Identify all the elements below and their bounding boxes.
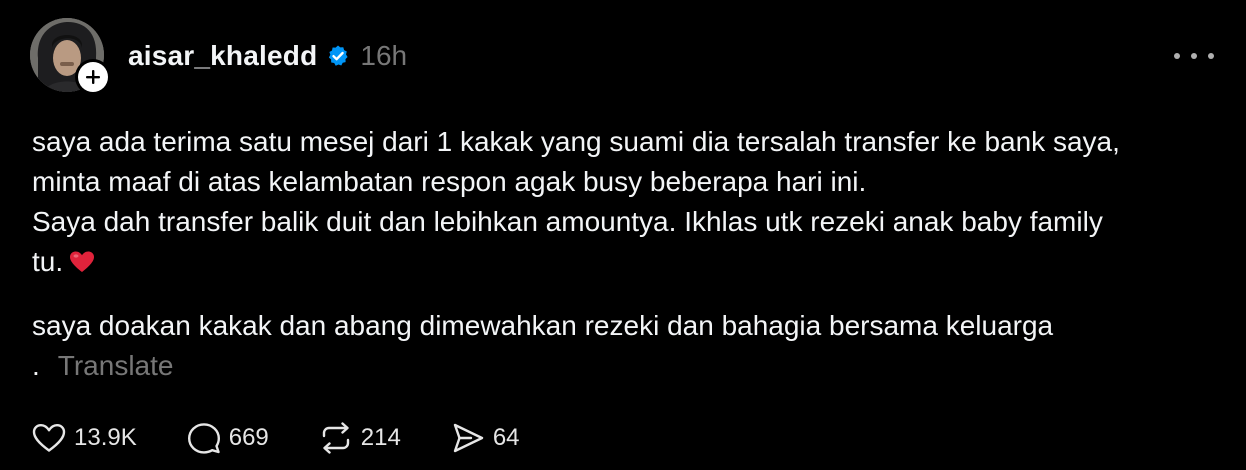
share-count: 64 (492, 424, 520, 451)
more-horizontal-icon-dot-3 (1208, 53, 1214, 59)
verified-badge-icon (329, 45, 348, 66)
plus-icon (86, 70, 100, 84)
like-count: 13.9K (74, 424, 137, 451)
trailing-dot: . (32, 350, 40, 381)
body-line: Saya dah transfer balik duit dan lebihka… (32, 206, 1103, 237)
body-line-trailing: . Translate (32, 346, 1053, 386)
body-line: tu. (32, 246, 64, 277)
post-actions: 13.9K 669 214 64 (32, 420, 570, 456)
repost-button[interactable]: 214 (319, 422, 401, 454)
heart-icon (32, 424, 66, 452)
repost-icon (322, 422, 349, 454)
comment-button[interactable]: 669 (187, 422, 269, 454)
comment-count: 669 (228, 424, 269, 451)
body-line: minta maaf di atas kelambatan respon aga… (32, 166, 867, 197)
body-line: saya ada terima satu mesej dari 1 kakak … (32, 126, 1120, 157)
more-horizontal-icon-dot-2 (1191, 53, 1197, 59)
body-line-with-emoji: tu. (32, 242, 1222, 282)
avatar-container (30, 18, 111, 95)
send-icon (453, 423, 484, 453)
repost-count: 214 (360, 424, 401, 451)
follow-button[interactable] (75, 59, 111, 95)
comment-icon (187, 423, 220, 454)
red-heart-emoji-icon (70, 251, 95, 272)
post-header: aisar_khaledd 16h (128, 36, 407, 76)
post-body: saya ada terima satu mesej dari 1 kakak … (32, 122, 1222, 282)
share-button[interactable]: 64 (451, 422, 520, 454)
more-options-button[interactable] (1174, 44, 1214, 68)
post-body-second-paragraph: saya doakan kakak dan abang dimewahkan r… (32, 306, 1053, 386)
post-time: 16h (360, 40, 408, 71)
username[interactable]: aisar_khaledd (128, 40, 317, 72)
thread-post: aisar_khaledd 16h saya ada terima satu m… (0, 0, 1246, 470)
more-horizontal-icon-dot-1 (1174, 53, 1180, 59)
translate-link[interactable]: Translate (58, 350, 174, 381)
like-button[interactable]: 13.9K (32, 423, 137, 453)
follow-button-inner (78, 62, 108, 92)
body-line: saya doakan kakak dan abang dimewahkan r… (32, 310, 1054, 341)
